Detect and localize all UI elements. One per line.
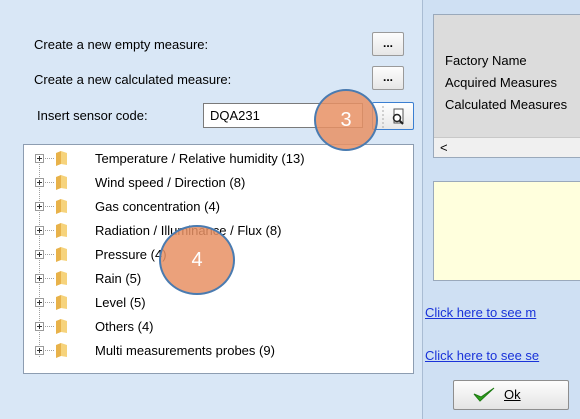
expand-icon[interactable] [35, 346, 44, 355]
tree-item-label: Gas concentration (4) [95, 199, 221, 214]
folder-icon [56, 271, 67, 286]
expand-icon[interactable] [35, 226, 44, 235]
expand-icon[interactable] [35, 202, 44, 211]
callout-badge: 4 [159, 225, 235, 295]
folder-icon [56, 295, 67, 310]
expand-icon[interactable] [35, 178, 44, 187]
callout-badge: 3 [314, 89, 378, 151]
expand-icon[interactable] [35, 274, 44, 283]
magnifier-icon [382, 106, 404, 128]
scroll-left-icon[interactable]: < [440, 140, 448, 155]
tree-item-label: Wind speed / Direction (8) [95, 175, 246, 190]
measure-form-panel: Create a new empty measure: ... Create a… [0, 0, 423, 419]
tree-item-multi-probes[interactable]: Multi measurements probes (9) [24, 341, 413, 362]
expand-icon[interactable] [35, 298, 44, 307]
tree-item-label: Multi measurements probes (9) [95, 343, 275, 358]
expand-icon[interactable] [35, 154, 44, 163]
folder-icon [56, 247, 67, 262]
expand-icon[interactable] [35, 250, 44, 259]
folder-icon [56, 223, 67, 238]
see-measures-link[interactable]: Click here to see m [425, 305, 580, 320]
tree-item-others[interactable]: Others (4) [24, 317, 413, 338]
ok-label: Ok [504, 387, 521, 402]
tree-item-label: Others (4) [95, 319, 154, 334]
tree-item-label: Pressure (4) [95, 247, 167, 262]
empty-measure-label: Create a new empty measure: [34, 37, 209, 52]
tree-item-gas[interactable]: Gas concentration (4) [24, 197, 413, 218]
horizontal-scrollbar[interactable]: < [434, 137, 580, 157]
create-calculated-measure-button[interactable]: ... [372, 66, 404, 90]
acquired-measures-label: Acquired Measures [445, 75, 557, 90]
tree-item-label: Level (5) [95, 295, 146, 310]
ok-button[interactable]: Ok [453, 380, 569, 410]
tree-item-level[interactable]: Level (5) [24, 293, 413, 314]
tree-item-label: Rain (5) [95, 271, 142, 286]
expand-icon[interactable] [35, 322, 44, 331]
factory-name-label: Factory Name [445, 53, 527, 68]
folder-icon [56, 175, 67, 190]
see-sensors-link[interactable]: Click here to see se [425, 348, 580, 363]
tree-item-label: Temperature / Relative humidity (13) [95, 151, 305, 166]
folder-icon [56, 319, 67, 334]
checkmark-icon [473, 387, 495, 402]
sensor-code-label: Insert sensor code: [37, 108, 148, 123]
folder-icon [56, 151, 67, 166]
factory-info-box: Factory Name Acquired Measures Calculate… [433, 14, 580, 158]
tree-item-temperature[interactable]: Temperature / Relative humidity (13) [24, 149, 413, 170]
tree-item-wind[interactable]: Wind speed / Direction (8) [24, 173, 413, 194]
calculated-measure-label: Create a new calculated measure: [34, 72, 232, 87]
folder-icon [56, 199, 67, 214]
folder-icon [56, 343, 67, 358]
create-empty-measure-button[interactable]: ... [372, 32, 404, 56]
sensor-lookup-button[interactable] [372, 102, 414, 130]
details-area [433, 181, 580, 281]
calculated-measures-label: Calculated Measures [445, 97, 568, 112]
